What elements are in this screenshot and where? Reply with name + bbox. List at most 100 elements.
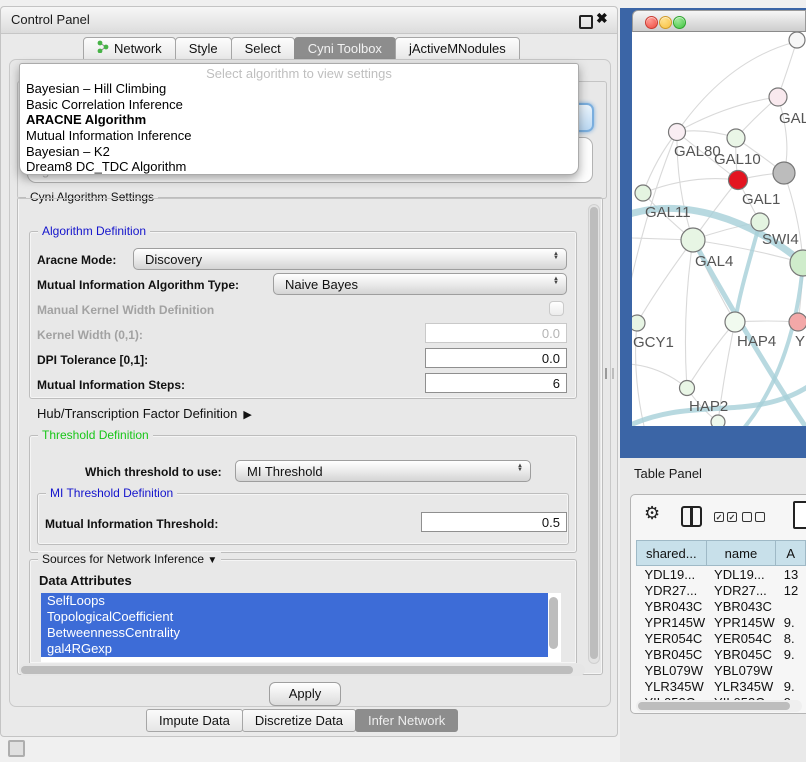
table-cell[interactable]: YER054C <box>637 630 707 646</box>
minimized-panel-icon[interactable] <box>8 740 25 757</box>
table-cell[interactable]: YDL19... <box>706 566 776 583</box>
deselect-all-checkbox-icon[interactable] <box>755 512 765 522</box>
table-cell[interactable]: YBR045C <box>637 646 707 662</box>
table-cell[interactable] <box>776 598 806 614</box>
dpi-tolerance-field[interactable]: 0.0 <box>425 348 567 368</box>
tab-style[interactable]: Style <box>175 37 232 61</box>
table-cell[interactable]: YDL19... <box>637 566 707 583</box>
algorithm-option-mutual-information-inference[interactable]: Mutual Information Inference <box>20 128 578 144</box>
attributes-vscroll-thumb[interactable] <box>549 597 558 649</box>
table-cell[interactable]: YPR145W <box>706 614 776 630</box>
network-node[interactable] <box>632 315 645 331</box>
algorithm-option-dream8-dc-tdc-algorithm[interactable]: Dream8 DC_TDC Algorithm <box>20 159 578 175</box>
network-node[interactable] <box>729 171 748 190</box>
network-node[interactable] <box>681 228 705 252</box>
window-minimize-icon[interactable] <box>659 16 672 29</box>
network-edge[interactable] <box>677 42 795 132</box>
mi-type-combo[interactable]: Naive Bayes ▲▼ <box>273 273 567 295</box>
table-cell[interactable]: YBR043C <box>706 598 776 614</box>
network-node[interactable] <box>773 162 795 184</box>
table-cell[interactable] <box>776 662 806 678</box>
network-node[interactable] <box>711 415 725 426</box>
settings-horizontal-scrollbar[interactable] <box>19 664 585 676</box>
network-node[interactable] <box>727 129 745 147</box>
column-header-name[interactable]: name <box>706 541 776 566</box>
network-node[interactable] <box>635 185 651 201</box>
algorithm-option-bayesian-hill-climbing[interactable]: Bayesian – Hill Climbing <box>20 81 578 97</box>
table-cell[interactable]: 9. <box>776 678 806 694</box>
table-row[interactable]: YER054CYER054C8. <box>637 630 806 646</box>
settings-hscroll-thumb[interactable] <box>21 666 573 674</box>
network-edge[interactable] <box>637 240 693 323</box>
kernel-width-field[interactable]: 0.0 <box>425 323 567 343</box>
tab-cyni-toolbox[interactable]: Cyni Toolbox <box>294 37 396 61</box>
gear-icon[interactable]: ⚙ <box>644 503 660 524</box>
attribute-item-topologicalcoefficient[interactable]: TopologicalCoefficient <box>41 609 548 625</box>
window-close-icon[interactable] <box>645 16 658 29</box>
tab-discretize-data[interactable]: Discretize Data <box>242 709 356 732</box>
table-row[interactable]: YPR145WYPR145W9. <box>637 614 806 630</box>
apply-button[interactable]: Apply <box>269 682 341 706</box>
table-row[interactable]: YBR043CYBR043C <box>637 598 806 614</box>
tab-select[interactable]: Select <box>231 37 295 61</box>
tab-network[interactable]: Network <box>83 37 176 61</box>
select-all-checkbox-icon[interactable]: ✓ <box>714 512 724 522</box>
algorithm-option-basic-correlation-inference[interactable]: Basic Correlation Inference <box>20 97 578 113</box>
network-node[interactable] <box>769 88 787 106</box>
panel-divider-grip[interactable] <box>605 368 614 379</box>
table-cell[interactable]: YLR345W <box>637 678 707 694</box>
manual-kernel-checkbox[interactable] <box>549 301 564 316</box>
table-cell[interactable]: 9. <box>776 646 806 662</box>
attribute-item-selfloops[interactable]: SelfLoops <box>41 593 548 609</box>
network-edge[interactable] <box>735 222 760 322</box>
table-cell[interactable]: YLR345W <box>706 678 776 694</box>
network-node[interactable] <box>680 381 695 396</box>
expand-triangle-icon[interactable]: ▶ <box>243 409 251 421</box>
column-header-a[interactable]: A <box>776 541 806 566</box>
attribute-item-betweennesscentrality[interactable]: BetweennessCentrality <box>41 625 548 641</box>
node-attribute-table[interactable]: shared...nameA YDL19...YDL19...13YDR27..… <box>636 540 806 710</box>
settings-vscroll-thumb[interactable] <box>590 207 598 659</box>
attributes-vscroll[interactable] <box>549 596 561 656</box>
table-cell[interactable]: YBR045C <box>706 646 776 662</box>
algorithm-option-bayesian-k2[interactable]: Bayesian – K2 <box>20 144 578 160</box>
data-attributes-list[interactable]: SelfLoopsTopologicalCoefficientBetweenne… <box>41 593 561 662</box>
table-cell[interactable]: YBL079W <box>637 662 707 678</box>
table-row[interactable]: YBL079WYBL079W <box>637 662 806 678</box>
network-edge[interactable] <box>687 322 735 388</box>
network-node[interactable] <box>751 213 769 231</box>
network-edge[interactable] <box>685 240 693 388</box>
table-horizontal-scrollbar[interactable] <box>636 700 802 712</box>
table-hscroll-thumb[interactable] <box>638 702 790 710</box>
table-cell[interactable]: 9. <box>776 614 806 630</box>
network-node[interactable] <box>725 312 745 332</box>
table-cell[interactable]: YER054C <box>706 630 776 646</box>
which-threshold-combo[interactable]: MI Threshold ▲▼ <box>235 460 531 482</box>
table-cell[interactable]: YBL079W <box>706 662 776 678</box>
network-edge[interactable] <box>677 97 778 132</box>
network-window-titlebar[interactable] <box>632 10 806 32</box>
table-cell[interactable]: YDR27... <box>706 582 776 598</box>
select-all-checkbox-icon[interactable]: ✓ <box>727 512 737 522</box>
deselect-all-checkbox-icon[interactable] <box>742 512 752 522</box>
network-edge[interactable] <box>632 364 687 388</box>
attribute-item-gal4rgexp[interactable]: gal4RGexp <box>41 641 548 657</box>
table-cell[interactable]: YBR043C <box>637 598 707 614</box>
close-panel-icon[interactable]: ✖ <box>596 10 608 27</box>
tab-jactivemnodules[interactable]: jActiveMNodules <box>395 37 520 61</box>
network-node[interactable] <box>789 313 806 331</box>
table-row[interactable]: YDL19...YDL19...13 <box>637 566 806 583</box>
new-table-icon[interactable] <box>793 501 806 529</box>
table-cell[interactable]: YDR27... <box>637 582 707 598</box>
network-node[interactable] <box>789 32 805 48</box>
window-zoom-icon[interactable] <box>673 16 686 29</box>
tab-infer-network[interactable]: Infer Network <box>355 709 458 732</box>
tab-impute-data[interactable]: Impute Data <box>146 709 243 732</box>
column-header-shared[interactable]: shared... <box>637 541 707 566</box>
table-cell[interactable]: YPR145W <box>637 614 707 630</box>
settings-vertical-scrollbar[interactable] <box>588 204 600 664</box>
table-cell[interactable]: 12 <box>776 582 806 598</box>
algorithm-option-aracne-algorithm[interactable]: ARACNE Algorithm <box>20 112 578 128</box>
table-row[interactable]: YDR27...YDR27...12 <box>637 582 806 598</box>
network-node[interactable] <box>669 124 686 141</box>
